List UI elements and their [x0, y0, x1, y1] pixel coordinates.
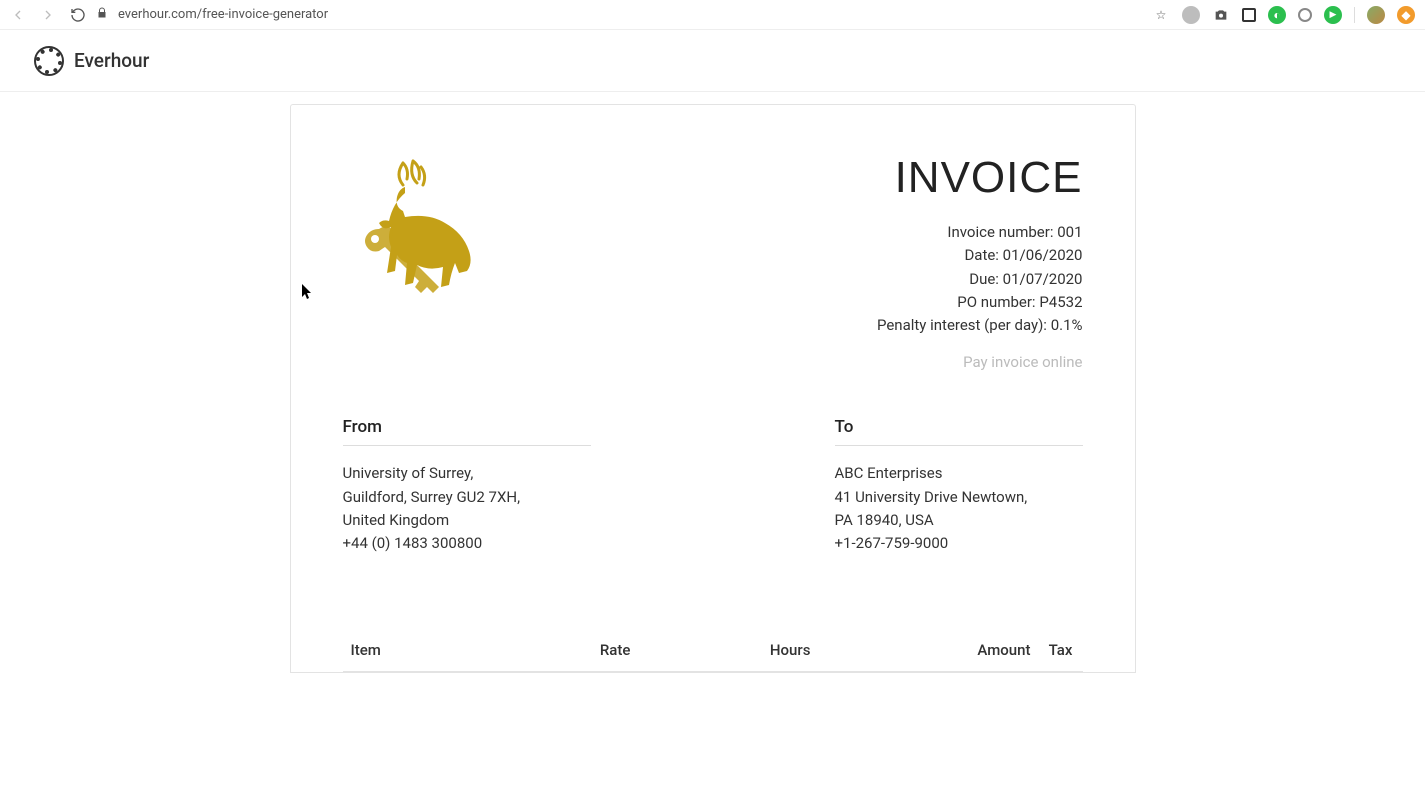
- invoice-number[interactable]: Invoice number: 001: [877, 221, 1083, 244]
- browser-toolbar: everhour.com/free-invoice-generator ☆ ◐ …: [0, 0, 1425, 30]
- extension-icons: ☆ ◐ ▶ ◆: [1152, 6, 1415, 24]
- invoice-penalty-value: 0.1%: [1051, 316, 1083, 334]
- address-bar[interactable]: everhour.com/free-invoice-generator: [118, 7, 1142, 22]
- from-line: United Kingdom: [343, 509, 591, 532]
- crop-icon[interactable]: [1242, 8, 1256, 22]
- invoice-title: INVOICE: [877, 153, 1083, 203]
- company-logo[interactable]: [343, 153, 493, 323]
- col-rate: Rate: [490, 629, 638, 672]
- extension-icon[interactable]: [1182, 6, 1200, 24]
- from-line: University of Surrey,: [343, 462, 591, 485]
- pay-online-link[interactable]: Pay invoice online: [877, 353, 1083, 371]
- separator: [1354, 7, 1355, 23]
- extension-icon[interactable]: [1298, 8, 1312, 22]
- bookmark-star-icon[interactable]: ☆: [1152, 6, 1170, 24]
- invoice-meta: INVOICE Invoice number: 001 Date: 01/06/…: [877, 153, 1083, 371]
- invoice-penalty[interactable]: Penalty interest (per day): 0.1%: [877, 314, 1083, 337]
- invoice-number-value: 001: [1057, 223, 1082, 241]
- to-line: +1-267-759-9000: [835, 532, 1083, 555]
- from-block[interactable]: From University of Surrey, Guildford, Su…: [343, 417, 591, 555]
- to-block[interactable]: To ABC Enterprises 41 University Drive N…: [835, 417, 1083, 555]
- col-hours: Hours: [638, 629, 818, 672]
- everhour-logo-icon: [34, 46, 64, 76]
- lock-icon: [96, 7, 108, 22]
- back-button[interactable]: [10, 7, 26, 23]
- site-header: Everhour: [0, 30, 1425, 92]
- invoice-date[interactable]: Date: 01/06/2020: [877, 244, 1083, 267]
- play-icon[interactable]: ▶: [1324, 6, 1342, 24]
- col-tax: Tax: [1039, 629, 1083, 672]
- invoice-date-value: 01/06/2020: [1003, 246, 1083, 264]
- extension-icon[interactable]: ◆: [1397, 6, 1415, 24]
- invoice-penalty-label: Penalty interest (per day):: [877, 316, 1047, 334]
- from-line: +44 (0) 1483 300800: [343, 532, 591, 555]
- to-line: PA 18940, USA: [835, 509, 1083, 532]
- col-amount: Amount: [818, 629, 1038, 672]
- camera-icon[interactable]: [1212, 6, 1230, 24]
- invoice-po-label: PO number:: [957, 293, 1035, 311]
- invoice-number-label: Invoice number:: [947, 223, 1053, 241]
- brand-logo[interactable]: Everhour: [34, 46, 149, 76]
- from-heading: From: [343, 417, 591, 446]
- to-heading: To: [835, 417, 1083, 446]
- invoice-due[interactable]: Due: 01/07/2020: [877, 268, 1083, 291]
- invoice-po-value: P4532: [1039, 293, 1082, 311]
- invoice-date-label: Date:: [964, 246, 999, 264]
- invoice-sheet: INVOICE Invoice number: 001 Date: 01/06/…: [290, 104, 1136, 673]
- reload-button[interactable]: [70, 7, 86, 23]
- invoice-due-label: Due:: [969, 270, 999, 288]
- forward-button[interactable]: [40, 7, 56, 23]
- from-line: Guildford, Surrey GU2 7XH,: [343, 486, 591, 509]
- invoice-po[interactable]: PO number: P4532: [877, 291, 1083, 314]
- nav-controls: [10, 7, 86, 23]
- to-line: 41 University Drive Newtown,: [835, 486, 1083, 509]
- page-content: INVOICE Invoice number: 001 Date: 01/06/…: [0, 92, 1425, 673]
- everhour-extension-icon[interactable]: ◐: [1268, 6, 1286, 24]
- to-line: ABC Enterprises: [835, 462, 1083, 485]
- invoice-due-value: 01/07/2020: [1003, 270, 1083, 288]
- profile-avatar[interactable]: [1367, 6, 1385, 24]
- col-item: Item: [343, 629, 491, 672]
- line-items-table: Item Rate Hours Amount Tax: [343, 629, 1083, 672]
- brand-name: Everhour: [74, 49, 149, 72]
